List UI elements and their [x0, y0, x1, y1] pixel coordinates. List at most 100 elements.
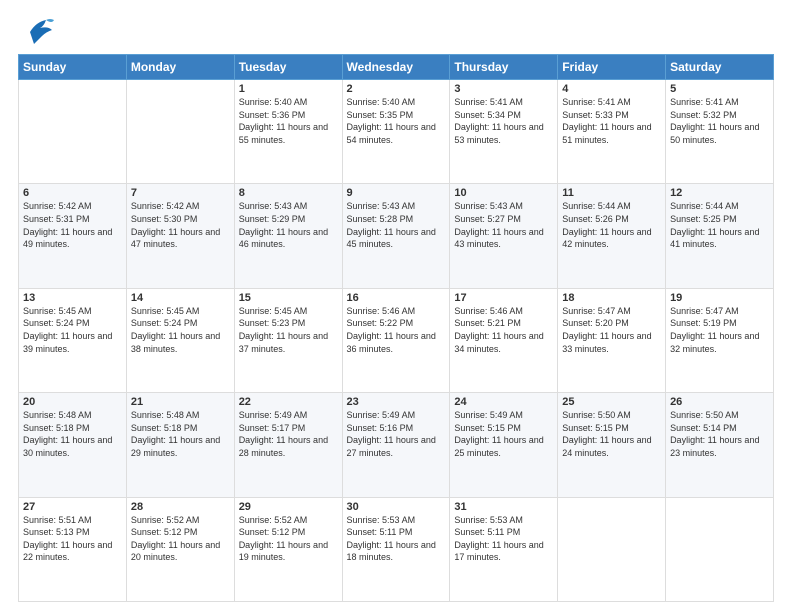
day-number: 6	[23, 187, 122, 199]
cell-content: Sunrise: 5:46 AMSunset: 5:21 PMDaylight:…	[454, 305, 553, 355]
cell-content: Sunrise: 5:48 AMSunset: 5:18 PMDaylight:…	[23, 409, 122, 459]
day-number: 11	[562, 187, 661, 199]
day-number: 14	[131, 292, 230, 304]
day-number: 24	[454, 396, 553, 408]
calendar-cell: 4Sunrise: 5:41 AMSunset: 5:33 PMDaylight…	[558, 80, 666, 184]
day-number: 8	[239, 187, 338, 199]
calendar-cell	[126, 80, 234, 184]
calendar-cell: 30Sunrise: 5:53 AMSunset: 5:11 PMDayligh…	[342, 497, 450, 601]
calendar-cell: 15Sunrise: 5:45 AMSunset: 5:23 PMDayligh…	[234, 288, 342, 392]
cell-content: Sunrise: 5:46 AMSunset: 5:22 PMDaylight:…	[347, 305, 446, 355]
cell-content: Sunrise: 5:42 AMSunset: 5:31 PMDaylight:…	[23, 200, 122, 250]
day-number: 9	[347, 187, 446, 199]
calendar-cell: 21Sunrise: 5:48 AMSunset: 5:18 PMDayligh…	[126, 393, 234, 497]
calendar-week-4: 20Sunrise: 5:48 AMSunset: 5:18 PMDayligh…	[19, 393, 774, 497]
calendar-week-5: 27Sunrise: 5:51 AMSunset: 5:13 PMDayligh…	[19, 497, 774, 601]
calendar-cell: 20Sunrise: 5:48 AMSunset: 5:18 PMDayligh…	[19, 393, 127, 497]
day-number: 10	[454, 187, 553, 199]
day-number: 28	[131, 501, 230, 513]
day-number: 26	[670, 396, 769, 408]
day-number: 23	[347, 396, 446, 408]
header-day-sunday: Sunday	[19, 55, 127, 80]
cell-content: Sunrise: 5:43 AMSunset: 5:29 PMDaylight:…	[239, 200, 338, 250]
calendar-cell: 23Sunrise: 5:49 AMSunset: 5:16 PMDayligh…	[342, 393, 450, 497]
calendar-cell: 14Sunrise: 5:45 AMSunset: 5:24 PMDayligh…	[126, 288, 234, 392]
day-number: 3	[454, 83, 553, 95]
calendar-cell: 9Sunrise: 5:43 AMSunset: 5:28 PMDaylight…	[342, 184, 450, 288]
cell-content: Sunrise: 5:47 AMSunset: 5:19 PMDaylight:…	[670, 305, 769, 355]
calendar-cell: 7Sunrise: 5:42 AMSunset: 5:30 PMDaylight…	[126, 184, 234, 288]
calendar-cell: 31Sunrise: 5:53 AMSunset: 5:11 PMDayligh…	[450, 497, 558, 601]
day-number: 12	[670, 187, 769, 199]
calendar-cell	[666, 497, 774, 601]
day-number: 22	[239, 396, 338, 408]
calendar-cell: 29Sunrise: 5:52 AMSunset: 5:12 PMDayligh…	[234, 497, 342, 601]
logo-bird-icon	[22, 18, 54, 46]
calendar-cell: 27Sunrise: 5:51 AMSunset: 5:13 PMDayligh…	[19, 497, 127, 601]
calendar-cell	[558, 497, 666, 601]
header-day-friday: Friday	[558, 55, 666, 80]
header-day-monday: Monday	[126, 55, 234, 80]
cell-content: Sunrise: 5:49 AMSunset: 5:15 PMDaylight:…	[454, 409, 553, 459]
calendar-cell: 3Sunrise: 5:41 AMSunset: 5:34 PMDaylight…	[450, 80, 558, 184]
header-day-thursday: Thursday	[450, 55, 558, 80]
calendar-cell: 1Sunrise: 5:40 AMSunset: 5:36 PMDaylight…	[234, 80, 342, 184]
cell-content: Sunrise: 5:50 AMSunset: 5:15 PMDaylight:…	[562, 409, 661, 459]
calendar-cell	[19, 80, 127, 184]
cell-content: Sunrise: 5:45 AMSunset: 5:23 PMDaylight:…	[239, 305, 338, 355]
calendar-cell: 8Sunrise: 5:43 AMSunset: 5:29 PMDaylight…	[234, 184, 342, 288]
calendar-cell: 19Sunrise: 5:47 AMSunset: 5:19 PMDayligh…	[666, 288, 774, 392]
cell-content: Sunrise: 5:43 AMSunset: 5:27 PMDaylight:…	[454, 200, 553, 250]
day-number: 1	[239, 83, 338, 95]
cell-content: Sunrise: 5:49 AMSunset: 5:16 PMDaylight:…	[347, 409, 446, 459]
cell-content: Sunrise: 5:42 AMSunset: 5:30 PMDaylight:…	[131, 200, 230, 250]
calendar-cell: 6Sunrise: 5:42 AMSunset: 5:31 PMDaylight…	[19, 184, 127, 288]
cell-content: Sunrise: 5:45 AMSunset: 5:24 PMDaylight:…	[23, 305, 122, 355]
calendar-cell: 16Sunrise: 5:46 AMSunset: 5:22 PMDayligh…	[342, 288, 450, 392]
cell-content: Sunrise: 5:43 AMSunset: 5:28 PMDaylight:…	[347, 200, 446, 250]
cell-content: Sunrise: 5:40 AMSunset: 5:35 PMDaylight:…	[347, 96, 446, 146]
calendar-cell: 26Sunrise: 5:50 AMSunset: 5:14 PMDayligh…	[666, 393, 774, 497]
calendar-week-3: 13Sunrise: 5:45 AMSunset: 5:24 PMDayligh…	[19, 288, 774, 392]
day-number: 13	[23, 292, 122, 304]
calendar-cell: 12Sunrise: 5:44 AMSunset: 5:25 PMDayligh…	[666, 184, 774, 288]
header-day-tuesday: Tuesday	[234, 55, 342, 80]
day-number: 4	[562, 83, 661, 95]
cell-content: Sunrise: 5:47 AMSunset: 5:20 PMDaylight:…	[562, 305, 661, 355]
calendar-cell: 5Sunrise: 5:41 AMSunset: 5:32 PMDaylight…	[666, 80, 774, 184]
calendar-week-1: 1Sunrise: 5:40 AMSunset: 5:36 PMDaylight…	[19, 80, 774, 184]
calendar-cell: 13Sunrise: 5:45 AMSunset: 5:24 PMDayligh…	[19, 288, 127, 392]
header	[18, 16, 774, 46]
calendar-cell: 11Sunrise: 5:44 AMSunset: 5:26 PMDayligh…	[558, 184, 666, 288]
header-day-saturday: Saturday	[666, 55, 774, 80]
day-number: 15	[239, 292, 338, 304]
calendar-cell: 22Sunrise: 5:49 AMSunset: 5:17 PMDayligh…	[234, 393, 342, 497]
day-number: 30	[347, 501, 446, 513]
day-number: 27	[23, 501, 122, 513]
cell-content: Sunrise: 5:49 AMSunset: 5:17 PMDaylight:…	[239, 409, 338, 459]
cell-content: Sunrise: 5:44 AMSunset: 5:25 PMDaylight:…	[670, 200, 769, 250]
cell-content: Sunrise: 5:52 AMSunset: 5:12 PMDaylight:…	[239, 514, 338, 564]
day-number: 31	[454, 501, 553, 513]
logo	[18, 16, 54, 46]
day-number: 21	[131, 396, 230, 408]
day-number: 29	[239, 501, 338, 513]
calendar-cell: 25Sunrise: 5:50 AMSunset: 5:15 PMDayligh…	[558, 393, 666, 497]
day-number: 17	[454, 292, 553, 304]
header-day-wednesday: Wednesday	[342, 55, 450, 80]
cell-content: Sunrise: 5:45 AMSunset: 5:24 PMDaylight:…	[131, 305, 230, 355]
calendar-header-row: SundayMondayTuesdayWednesdayThursdayFrid…	[19, 55, 774, 80]
day-number: 7	[131, 187, 230, 199]
day-number: 25	[562, 396, 661, 408]
cell-content: Sunrise: 5:53 AMSunset: 5:11 PMDaylight:…	[347, 514, 446, 564]
calendar-cell: 18Sunrise: 5:47 AMSunset: 5:20 PMDayligh…	[558, 288, 666, 392]
calendar-cell: 24Sunrise: 5:49 AMSunset: 5:15 PMDayligh…	[450, 393, 558, 497]
day-number: 18	[562, 292, 661, 304]
cell-content: Sunrise: 5:40 AMSunset: 5:36 PMDaylight:…	[239, 96, 338, 146]
day-number: 16	[347, 292, 446, 304]
cell-content: Sunrise: 5:41 AMSunset: 5:32 PMDaylight:…	[670, 96, 769, 146]
cell-content: Sunrise: 5:41 AMSunset: 5:34 PMDaylight:…	[454, 96, 553, 146]
cell-content: Sunrise: 5:50 AMSunset: 5:14 PMDaylight:…	[670, 409, 769, 459]
calendar-table: SundayMondayTuesdayWednesdayThursdayFrid…	[18, 54, 774, 602]
calendar-week-2: 6Sunrise: 5:42 AMSunset: 5:31 PMDaylight…	[19, 184, 774, 288]
